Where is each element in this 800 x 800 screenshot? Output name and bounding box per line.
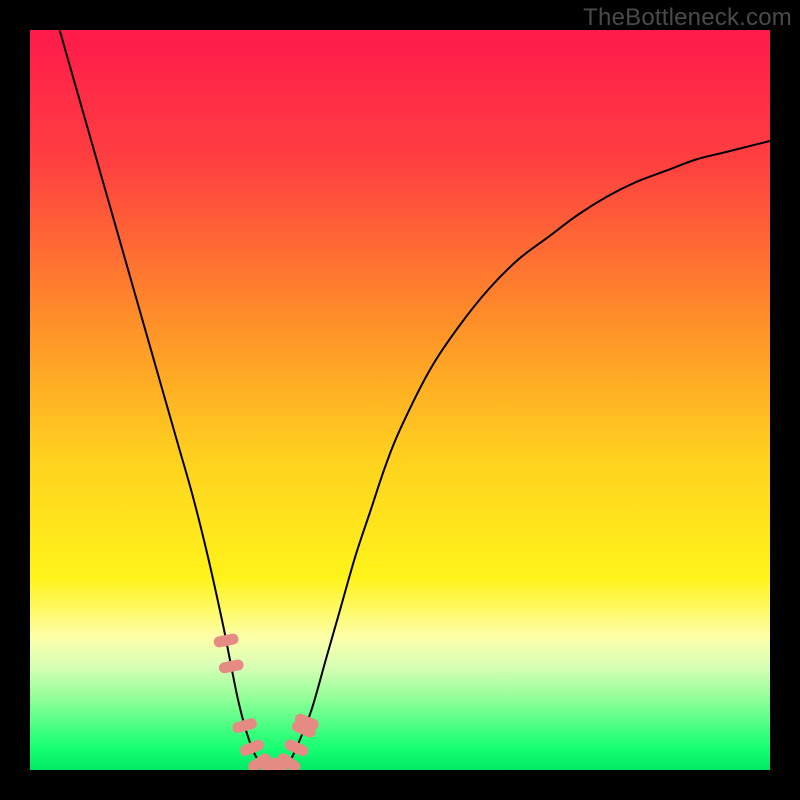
notch-marker <box>246 745 259 750</box>
chart-frame: TheBottleneck.com <box>0 0 800 800</box>
notch-marker <box>238 724 251 728</box>
bottleneck-chart <box>30 30 770 770</box>
watermark-text: TheBottleneck.com <box>583 4 792 32</box>
notch-marker <box>224 665 238 668</box>
notch-marker <box>290 745 303 751</box>
notch-marker <box>300 719 313 724</box>
notch-marker <box>219 639 233 642</box>
plot-area <box>30 30 770 770</box>
gradient-background <box>30 30 770 770</box>
notch-marker <box>283 759 295 767</box>
